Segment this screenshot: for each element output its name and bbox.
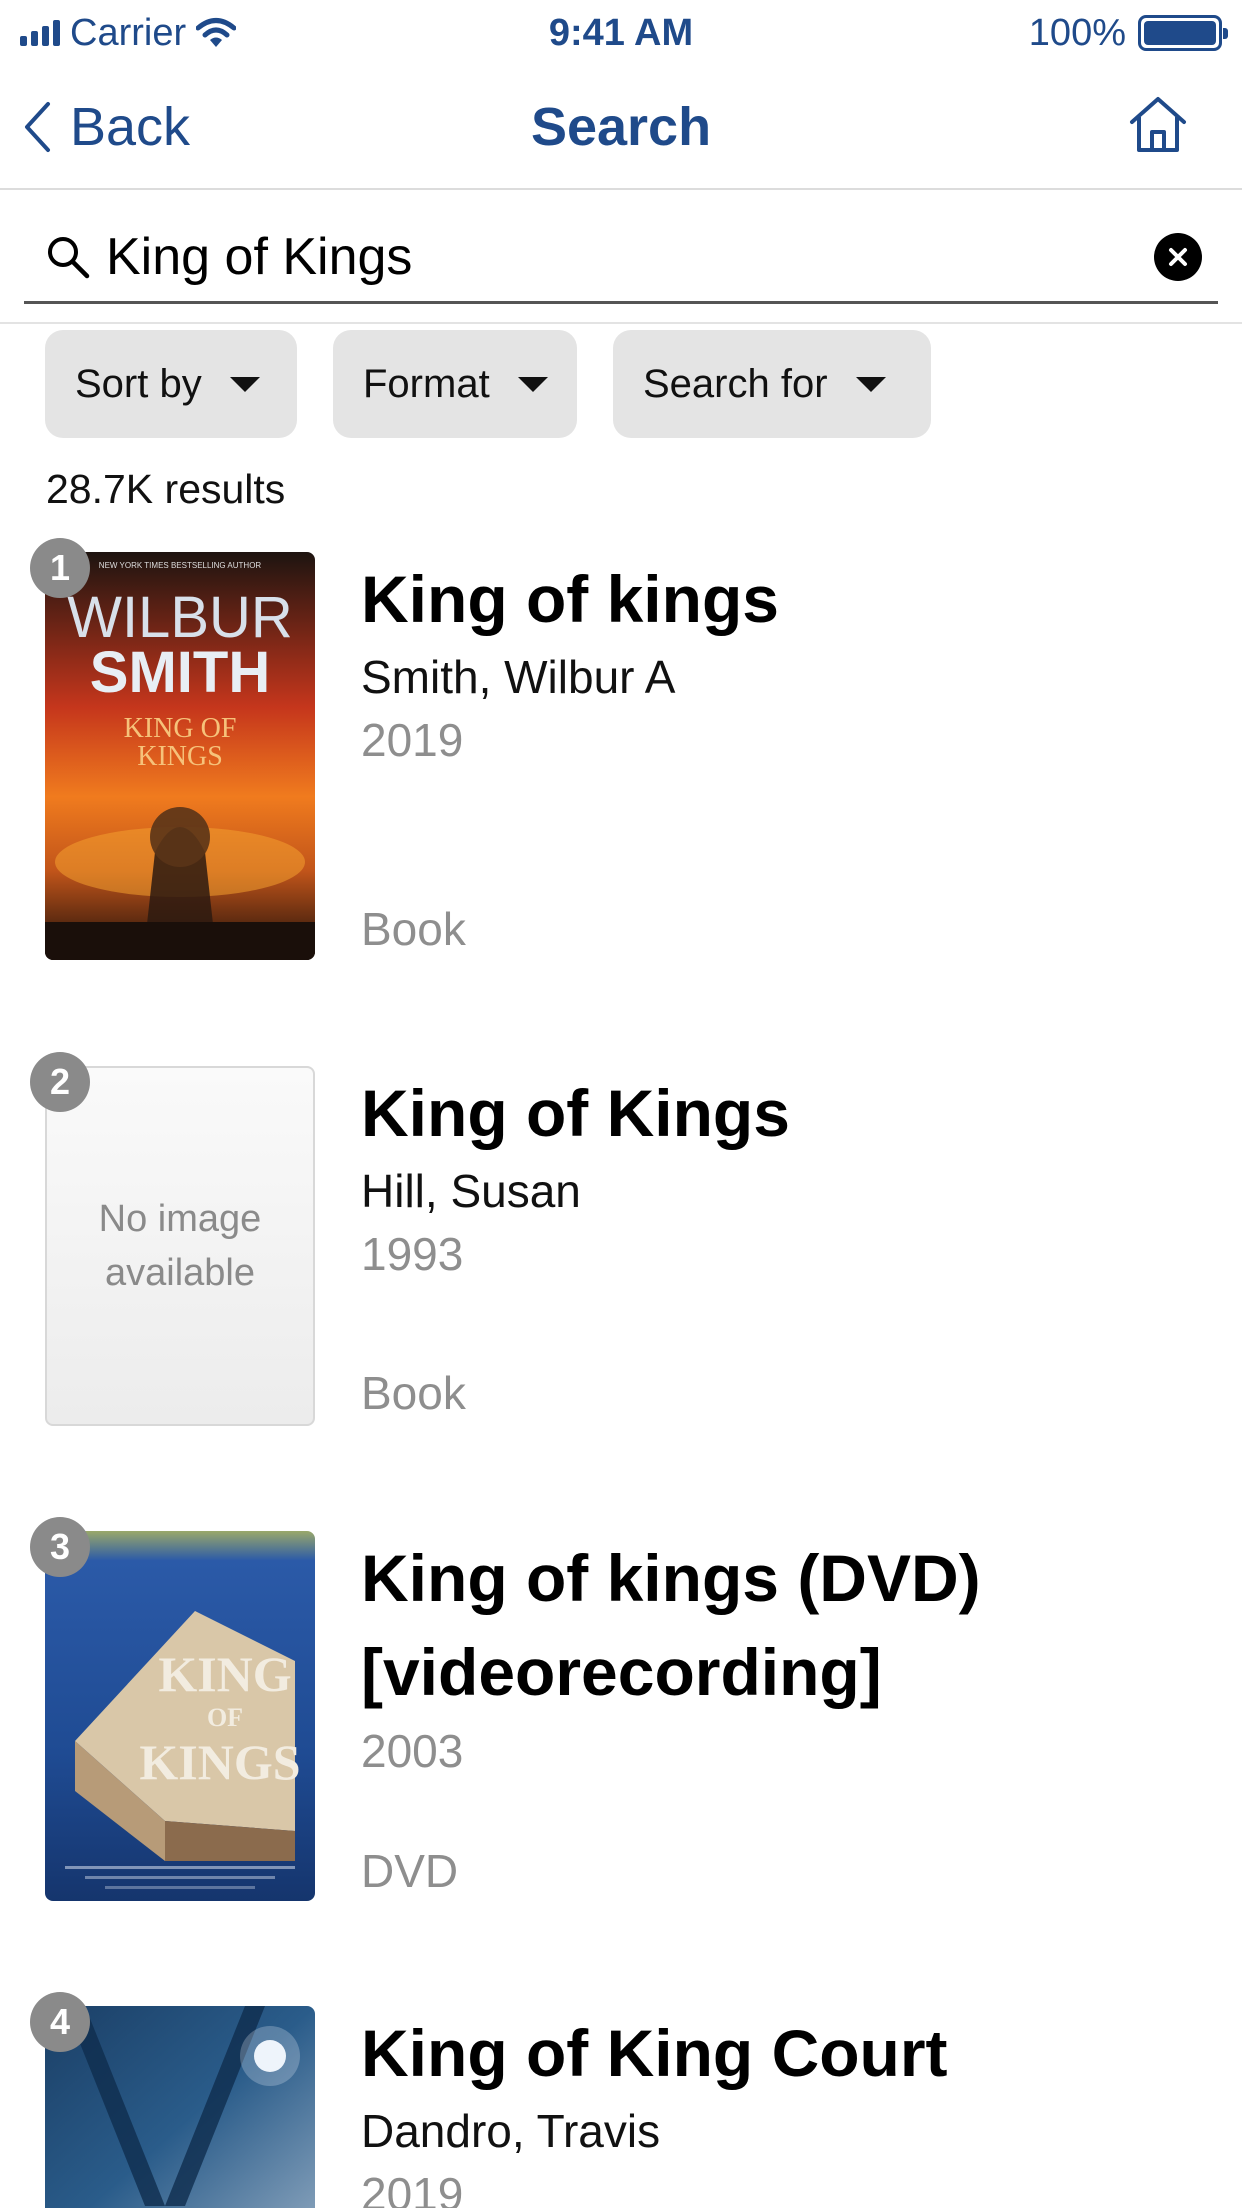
clear-search-button[interactable]	[1154, 232, 1202, 281]
status-left: Carrier	[20, 12, 420, 55]
search-field[interactable]	[24, 212, 1218, 304]
no-image-placeholder: No image available	[45, 1066, 315, 1426]
wifi-icon	[196, 18, 237, 47]
dvd-cover: KING OF KINGS	[45, 1531, 315, 1901]
cover-title-line1: KING OF	[124, 713, 237, 744]
status-right: 100%	[822, 11, 1228, 55]
caret-down-icon	[229, 376, 260, 392]
home-icon[interactable]	[1126, 92, 1190, 156]
result-title[interactable]: King of Kings	[361, 1066, 1201, 1160]
cover-title-line2: OF	[207, 1703, 243, 1732]
status-time: 9:41 AM	[548, 11, 694, 54]
cover-art: KING OF KINGS	[45, 1531, 315, 1901]
rank-badge: 3	[30, 1517, 90, 1577]
rank-badge: 2	[30, 1052, 90, 1112]
signal-icon	[20, 20, 60, 46]
result-item[interactable]: 3 KING OF KINGS King of kings (DVD) [vid…	[0, 1517, 1242, 1901]
search-icon	[48, 236, 90, 278]
book-cover: NEW YORK TIMES BESTSELLING AUTHOR WILBUR…	[45, 552, 315, 960]
result-format: Book	[361, 903, 466, 955]
cover-tagline: NEW YORK TIMES BESTSELLING AUTHOR	[99, 561, 262, 570]
rank-badge: 1	[30, 538, 90, 598]
search-screen: Carrier 9:41 AM 100% Back Search King of…	[0, 0, 1242, 2208]
sort-by-label: Sort by	[75, 361, 202, 406]
result-author: Dandro, Travis	[361, 2105, 661, 2157]
back-label: Back	[70, 97, 191, 157]
carrier-label: Carrier	[70, 11, 187, 54]
result-author: Smith, Wilbur A	[361, 651, 676, 703]
format-label: Format	[363, 361, 490, 406]
back-button[interactable]: Back	[22, 92, 190, 162]
format-dropdown[interactable]: Format	[333, 330, 577, 438]
result-format: Book	[361, 1367, 466, 1419]
search-for-label: Search for	[643, 361, 828, 406]
result-author: Hill, Susan	[361, 1165, 581, 1217]
status-bar: Carrier 9:41 AM 100%	[0, 0, 1242, 66]
result-title[interactable]: King of King Court	[361, 2006, 1201, 2100]
no-image-line2: available	[104, 1252, 255, 1294]
sort-by-dropdown[interactable]: Sort by	[45, 330, 297, 438]
rank-badge: 4	[30, 1992, 90, 2052]
result-year: 2019	[361, 714, 464, 766]
result-year: 2019	[361, 2168, 464, 2208]
result-info: King of Kings Hill, Susan 1993	[361, 1066, 1201, 1286]
chevron-left-icon	[25, 102, 50, 152]
result-info: King of King Court Dandro, Travis 2019	[361, 2006, 1201, 2208]
no-image-line1: No image	[98, 1198, 262, 1240]
result-info: King of kings Smith, Wilbur A 2019	[361, 552, 1201, 772]
result-item[interactable]: 1 NEW YORK TIMES BESTSELLING AUTHOR WILB…	[0, 538, 1242, 982]
result-item[interactable]: 2 No image available King of Kings Hill,…	[0, 1052, 1242, 1426]
search-for-dropdown[interactable]: Search for	[613, 330, 931, 438]
nav-bar: Back Search	[0, 66, 1242, 190]
cover-title-line2: KINGS	[137, 741, 223, 772]
result-item[interactable]: 4 King of King Court Dandro, Travis 2019	[0, 1992, 1242, 2208]
cover-title-line1: KING	[158, 1646, 291, 1702]
caret-down-icon	[855, 376, 886, 392]
close-icon	[1169, 247, 1187, 266]
result-format: DVD	[361, 1845, 459, 1897]
search-input[interactable]	[106, 226, 1154, 287]
result-info: King of kings (DVD) [videorecording] 200…	[361, 1531, 1201, 1783]
cover-art: NEW YORK TIMES BESTSELLING AUTHOR WILBUR…	[45, 552, 315, 960]
caret-down-icon	[517, 376, 548, 392]
result-count: 28.7K results	[46, 466, 286, 512]
result-year: 1993	[361, 1228, 464, 1280]
cover-author-last: SMITH	[90, 640, 270, 705]
battery-label: 100%	[1028, 11, 1126, 54]
battery-icon	[1138, 15, 1228, 51]
result-year: 2003	[361, 1725, 464, 1777]
cover-title-line3: KINGS	[139, 1734, 300, 1790]
search-divider	[0, 322, 1242, 324]
filter-bar: Sort by Format Search for	[45, 330, 931, 438]
result-title[interactable]: King of kings	[361, 552, 1201, 646]
result-title[interactable]: King of kings (DVD) [videorecording]	[361, 1531, 1201, 1719]
